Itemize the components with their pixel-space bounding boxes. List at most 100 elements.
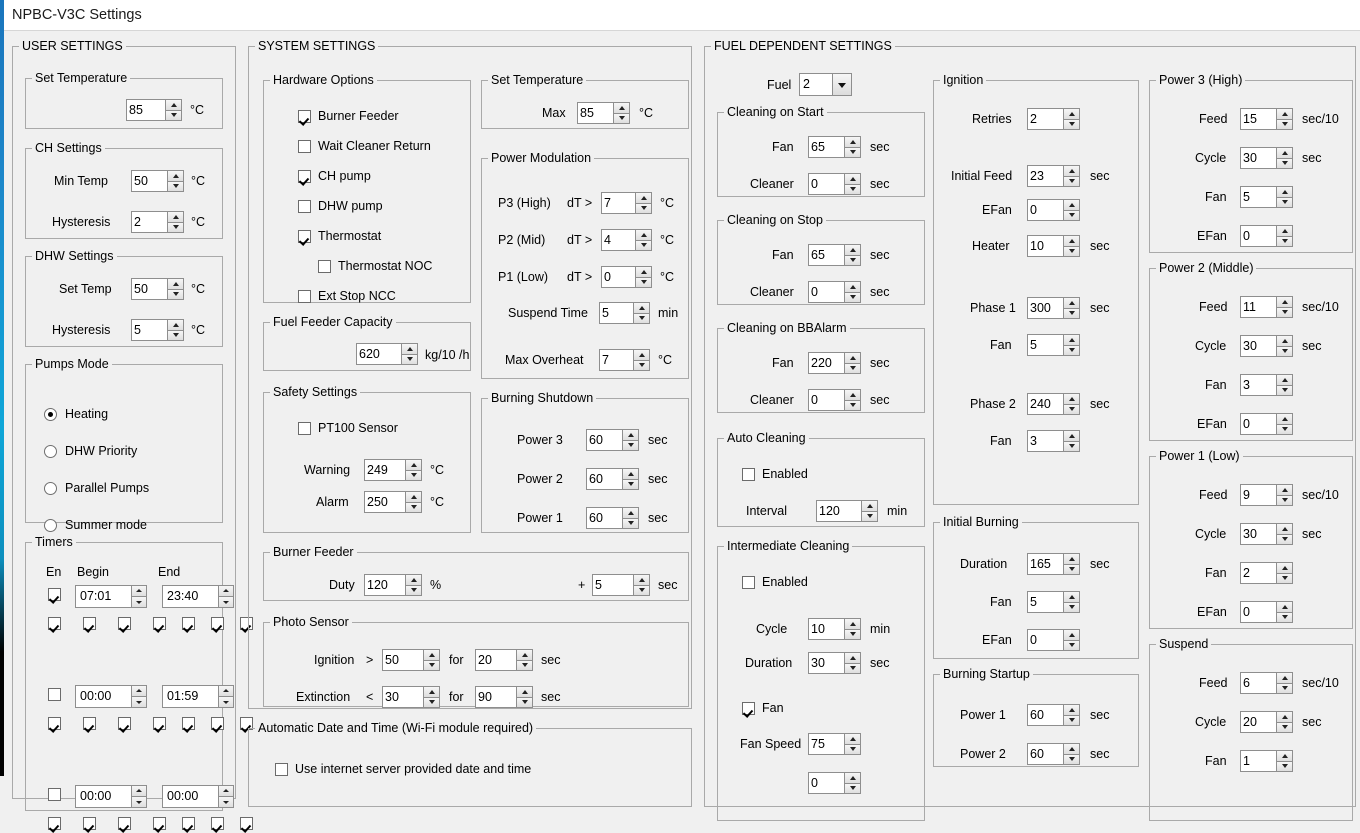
bst-power1-down[interactable]: [1063, 715, 1080, 727]
sus-fan-up[interactable]: [1276, 750, 1293, 761]
auto-cleaning-interval-value[interactable]: 120: [816, 500, 861, 522]
auto-cleaning-interval-stepper[interactable]: 120: [816, 500, 878, 522]
timer-row-1-end-down[interactable]: [218, 596, 234, 608]
p2-fan-up[interactable]: [1276, 374, 1293, 385]
ib-fan-up[interactable]: [1063, 591, 1080, 602]
dhw-set-temp-down[interactable]: [167, 289, 184, 301]
p1-efan-up[interactable]: [1276, 601, 1293, 612]
ign-initial-feed-stepper[interactable]: 23: [1027, 165, 1080, 187]
ch-min-temp-up[interactable]: [167, 170, 184, 181]
p1-feed-stepper[interactable]: 9: [1240, 484, 1293, 506]
ib-fan-down[interactable]: [1063, 602, 1080, 614]
sus-feed-value[interactable]: 6: [1240, 672, 1276, 694]
safety-alarm-up[interactable]: [405, 491, 422, 502]
chevron-down-icon[interactable]: [832, 74, 851, 95]
p3-feed-down[interactable]: [1276, 119, 1293, 131]
ign-initial-feed-value[interactable]: 23: [1027, 165, 1063, 187]
timer-row-1-day-4[interactable]: [153, 617, 166, 630]
ign-retries-up[interactable]: [1063, 108, 1080, 119]
ic-extra-up[interactable]: [844, 772, 861, 783]
dhw-hysteresis-down[interactable]: [167, 330, 184, 342]
pm-suspend-time-down[interactable]: [633, 313, 650, 325]
p2-feed-down[interactable]: [1276, 307, 1293, 319]
photo-ignition-threshold-down[interactable]: [423, 660, 440, 672]
ign-initial-feed-up[interactable]: [1063, 165, 1080, 176]
cstop-fan-value[interactable]: 65: [808, 244, 844, 266]
timer-row-2-day-4[interactable]: [153, 717, 166, 730]
burner-feeder-plus-down[interactable]: [633, 585, 650, 597]
ch-min-temp-value[interactable]: 50: [131, 170, 167, 192]
pm-p2-up[interactable]: [635, 229, 652, 240]
timer-row-3-day-3[interactable]: [118, 817, 131, 830]
sus-cycle-value[interactable]: 20: [1240, 711, 1276, 733]
p2-efan-down[interactable]: [1276, 424, 1293, 436]
timer-row-2-end[interactable]: 01:59: [162, 685, 234, 708]
ch-min-temp-stepper[interactable]: 50: [131, 170, 184, 192]
cstop-cleaner-up[interactable]: [844, 281, 861, 292]
p1-efan-down[interactable]: [1276, 612, 1293, 624]
p2-fan-down[interactable]: [1276, 385, 1293, 397]
p2-cycle-up[interactable]: [1276, 335, 1293, 346]
timer-row-1-day-1[interactable]: [48, 617, 61, 630]
ib-efan-down[interactable]: [1063, 640, 1080, 652]
photo-ignition-time-stepper[interactable]: 20: [475, 649, 533, 671]
sus-feed-up[interactable]: [1276, 672, 1293, 683]
photo-ignition-time-down[interactable]: [516, 660, 533, 672]
set-temperature-max-value[interactable]: 85: [577, 102, 613, 124]
p3-cycle-stepper[interactable]: 30: [1240, 147, 1293, 169]
photo-ignition-time-value[interactable]: 20: [475, 649, 516, 671]
ign-retries-down[interactable]: [1063, 119, 1080, 131]
p1-feed-down[interactable]: [1276, 495, 1293, 507]
timer-row-3-begin[interactable]: 00:00: [75, 785, 147, 808]
ch-hysteresis-down[interactable]: [167, 222, 184, 234]
ib-duration-stepper[interactable]: 165: [1027, 553, 1080, 575]
p3-efan-value[interactable]: 0: [1240, 225, 1276, 247]
ic-duration-up[interactable]: [844, 652, 861, 663]
photo-extinction-time-down[interactable]: [516, 697, 533, 709]
ic-extra-down[interactable]: [844, 783, 861, 795]
pm-p2-value[interactable]: 4: [601, 229, 635, 251]
timer-row-1-end-up[interactable]: [218, 585, 234, 596]
timer-row-3-end-value[interactable]: 00:00: [162, 785, 218, 808]
p2-feed-stepper[interactable]: 11: [1240, 296, 1293, 318]
checkbox-ext-stop-ncc[interactable]: Ext Stop NCC: [298, 289, 396, 303]
ib-duration-up[interactable]: [1063, 553, 1080, 564]
pm-suspend-time-value[interactable]: 5: [599, 302, 633, 324]
cos-fan-down[interactable]: [844, 147, 861, 159]
ign-phase1-fan-stepper[interactable]: 5: [1027, 334, 1080, 356]
bba-fan-stepper[interactable]: 220: [808, 352, 861, 374]
checkbox-burner-feeder[interactable]: Burner Feeder: [298, 109, 399, 123]
timer-row-2-end-value[interactable]: 01:59: [162, 685, 218, 708]
pm-p1-down[interactable]: [635, 277, 652, 289]
p2-cycle-down[interactable]: [1276, 346, 1293, 358]
ign-retries-value[interactable]: 2: [1027, 108, 1063, 130]
pm-p2-down[interactable]: [635, 240, 652, 252]
p2-efan-up[interactable]: [1276, 413, 1293, 424]
sus-cycle-down[interactable]: [1276, 722, 1293, 734]
ic-extra-value[interactable]: 0: [808, 772, 844, 794]
timer-row-3-end-down[interactable]: [218, 796, 234, 808]
timer-row-2-begin-value[interactable]: 00:00: [75, 685, 131, 708]
burner-feeder-duty-value[interactable]: 120: [364, 574, 405, 596]
ign-heater-value[interactable]: 10: [1027, 235, 1063, 257]
bba-fan-up[interactable]: [844, 352, 861, 363]
cstop-fan-down[interactable]: [844, 255, 861, 267]
burner-feeder-plus-value[interactable]: 5: [592, 574, 633, 596]
ign-phase2-fan-value[interactable]: 3: [1027, 430, 1063, 452]
cstop-cleaner-value[interactable]: 0: [808, 281, 844, 303]
pm-max-overheat-down[interactable]: [633, 360, 650, 372]
bsd-power2-down[interactable]: [622, 479, 639, 491]
photo-extinction-threshold-up[interactable]: [423, 686, 440, 697]
ic-fan-speed-stepper[interactable]: 75: [808, 733, 861, 755]
pm-max-overheat-stepper[interactable]: 7: [599, 349, 650, 371]
ic-duration-down[interactable]: [844, 663, 861, 675]
photo-ignition-threshold-up[interactable]: [423, 649, 440, 660]
set-temperature-value[interactable]: 85: [126, 99, 165, 121]
ic-extra-stepper[interactable]: 0: [808, 772, 861, 794]
p1-efan-value[interactable]: 0: [1240, 601, 1276, 623]
timer-row-2-begin-down[interactable]: [131, 696, 147, 708]
safety-warning-up[interactable]: [405, 459, 422, 470]
p2-fan-value[interactable]: 3: [1240, 374, 1276, 396]
ign-heater-down[interactable]: [1063, 246, 1080, 258]
cos-cleaner-down[interactable]: [844, 184, 861, 196]
